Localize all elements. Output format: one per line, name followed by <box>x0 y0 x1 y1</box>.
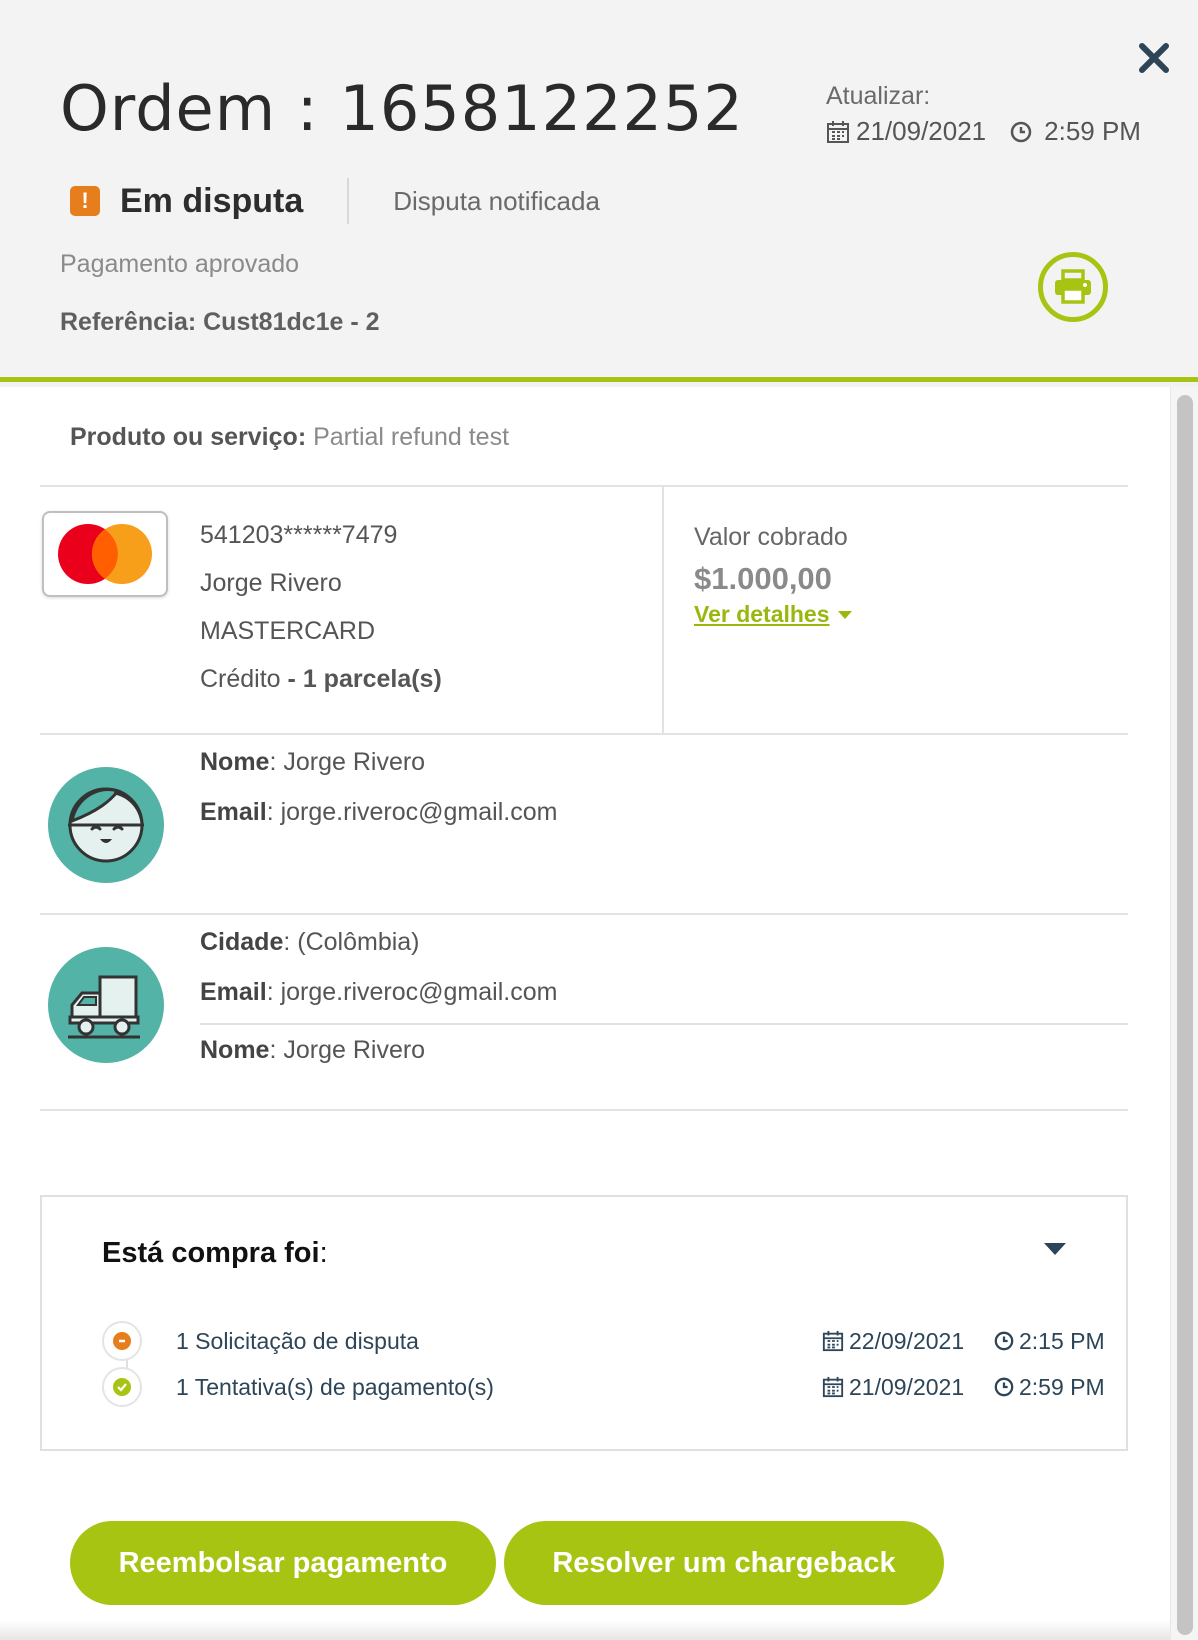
product-label: Produto ou serviço <box>70 423 298 451</box>
resolve-chargeback-button[interactable]: Resolver um chargeback <box>504 1521 944 1605</box>
card-brand: MASTERCARD <box>200 617 376 645</box>
shipping-city: Cidade: (Colômbia) <box>200 928 420 956</box>
product-line: Produto ou serviço: Partial refund test <box>70 423 510 451</box>
buyer-email: Email: jorge.riveroc@gmail.com <box>200 798 558 826</box>
warning-icon: ! <box>70 186 100 216</box>
update-datetime: 21/09/2021 2:59 PM <box>826 116 1141 147</box>
timeline-date: 22/09/2021 <box>849 1327 965 1354</box>
minus-icon <box>113 1332 131 1350</box>
timeline-dot <box>102 1321 142 1361</box>
truck-icon <box>68 975 140 1039</box>
timeline-time: 2:59 PM <box>1019 1373 1105 1400</box>
view-details-link[interactable]: Ver detalhes <box>694 601 852 628</box>
mastercard-icon <box>58 524 152 584</box>
purchase-history-box: Está compra foi: 1 Solicitação de disput… <box>40 1195 1128 1451</box>
calendar-icon <box>822 1376 844 1398</box>
scrollbar[interactable] <box>1170 387 1198 1640</box>
print-button[interactable] <box>1038 252 1108 322</box>
update-time: 2:59 PM <box>1044 116 1141 146</box>
scrollbar-thumb[interactable] <box>1177 395 1193 1635</box>
product-value: Partial refund test <box>313 423 510 451</box>
divider <box>40 733 1128 735</box>
shipping-name: Nome: Jorge Rivero <box>200 1036 426 1064</box>
shipping-email: Email: jorge.riveroc@gmail.com <box>200 978 558 1006</box>
clock-icon <box>1010 121 1032 142</box>
timeline-item: 1 Solicitação de disputa 22/09/2021 2:15… <box>102 1321 1112 1361</box>
clock-icon <box>994 1331 1014 1351</box>
printer-icon <box>1055 269 1091 304</box>
order-title: Ordem : 1658122252 <box>60 72 744 145</box>
status-sub: Disputa notificada <box>393 185 600 216</box>
charged-label: Valor cobrado <box>694 523 848 551</box>
refund-payment-button[interactable]: Reembolsar pagamento <box>70 1521 496 1605</box>
timeline-text: 1 Tentativa(s) de pagamento(s) <box>176 1373 494 1400</box>
collapse-toggle-icon[interactable] <box>1044 1243 1066 1255</box>
shipping-recipient: Nome: Jorge Rivero <box>200 1025 425 1075</box>
status-divider <box>347 178 350 224</box>
order-details-panel: Produto ou serviço: Partial refund test … <box>0 387 1170 1640</box>
person-face-icon <box>68 787 144 863</box>
buyer-info: Nome: Jorge Rivero Email: jorge.riveroc@… <box>200 737 557 837</box>
card-payment-type: Crédito - 1 parcela(s) <box>200 665 442 693</box>
purchase-history-title: Está compra foi: <box>102 1237 328 1269</box>
order-header: Ordem : 1658122252 Atualizar: 21/09/2021… <box>0 0 1198 382</box>
close-icon <box>1139 43 1169 73</box>
card-installments: - 1 parcela(s) <box>287 665 442 693</box>
status-main: Em disputa <box>120 181 304 220</box>
timeline-item: 1 Tentativa(s) de pagamento(s) 21/09/202… <box>102 1367 1112 1407</box>
calendar-icon <box>827 120 849 143</box>
timeline-dot <box>102 1367 142 1407</box>
vertical-divider <box>662 487 664 733</box>
buyer-avatar <box>48 767 164 883</box>
timeline-time: 2:15 PM <box>1019 1327 1105 1354</box>
divider <box>40 485 1128 487</box>
shipping-info: Cidade: (Colômbia) Email: jorge.riveroc@… <box>200 917 557 1017</box>
calendar-icon <box>822 1330 844 1352</box>
close-button[interactable] <box>1136 40 1172 76</box>
order-reference: Referência: Cust81dc1e - 2 <box>60 308 380 336</box>
divider <box>40 1109 1128 1111</box>
payment-status: Pagamento aprovado <box>60 250 300 278</box>
card-info: 541203******7479 Jorge Rivero MASTERCARD… <box>200 511 442 703</box>
clock-icon <box>994 1377 1014 1397</box>
mastercard-logo <box>42 511 168 597</box>
update-date: 21/09/2021 <box>856 116 987 146</box>
timeline-date: 21/09/2021 <box>849 1373 965 1400</box>
charged-value: $1.000,00 <box>694 561 832 596</box>
shipping-avatar <box>48 947 164 1063</box>
card-number: 541203******7479 <box>200 521 398 549</box>
update-label: Atualizar: <box>826 82 931 110</box>
card-holder: Jorge Rivero <box>200 569 342 597</box>
caret-down-icon <box>837 610 852 619</box>
status-row: ! Em disputa Disputa notificada <box>70 178 600 224</box>
bottom-shadow <box>0 1620 1170 1640</box>
timeline-text: 1 Solicitação de disputa <box>176 1327 419 1354</box>
check-icon <box>113 1378 131 1396</box>
divider <box>40 913 1128 915</box>
buyer-name: Nome: Jorge Rivero <box>200 748 426 776</box>
